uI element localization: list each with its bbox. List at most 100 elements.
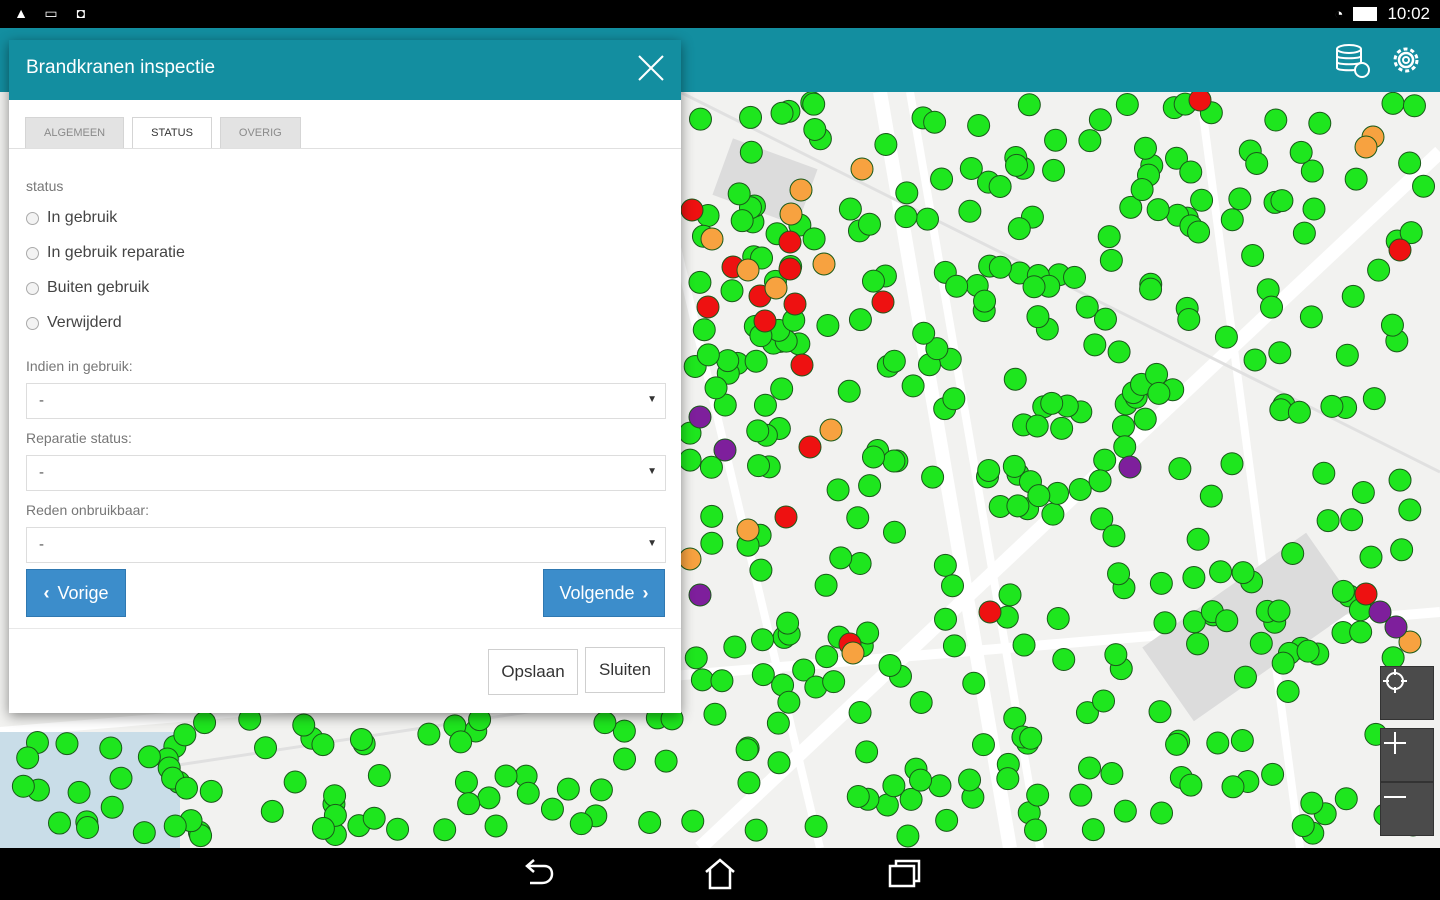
hydrant-marker[interactable]	[1003, 367, 1027, 391]
hydrant-marker-orange[interactable]	[700, 227, 724, 251]
hydrant-marker[interactable]	[1390, 538, 1414, 562]
hydrant-marker[interactable]	[988, 255, 1012, 279]
hydrant-marker[interactable]	[163, 814, 187, 838]
hydrant-marker[interactable]	[199, 779, 223, 803]
hydrant-marker[interactable]	[1402, 94, 1426, 118]
hydrant-marker[interactable]	[909, 690, 933, 714]
hydrant-marker[interactable]	[735, 738, 759, 762]
hydrant-marker[interactable]	[935, 808, 959, 832]
hydrant-marker-red[interactable]	[778, 257, 802, 281]
reden-select[interactable]: - ▼	[26, 527, 666, 563]
hydrant-marker[interactable]	[367, 764, 391, 788]
hydrant-marker[interactable]	[1214, 325, 1238, 349]
hydrant-marker[interactable]	[1398, 151, 1422, 175]
hydrant-marker[interactable]	[1186, 527, 1210, 551]
hydrant-marker[interactable]	[1245, 151, 1269, 175]
hydrant-marker[interactable]	[688, 107, 712, 131]
hydrant-marker[interactable]	[449, 730, 473, 754]
hydrant-marker-red[interactable]	[798, 435, 822, 459]
hydrant-marker[interactable]	[1281, 541, 1305, 565]
hydrant-marker[interactable]	[1220, 208, 1244, 232]
hydrant-marker[interactable]	[1260, 295, 1284, 319]
volgende-button[interactable]: Volgende ›	[543, 569, 665, 617]
hydrant-marker-orange[interactable]	[764, 276, 788, 300]
indien-select[interactable]: - ▼	[26, 383, 666, 419]
hydrant-marker[interactable]	[1249, 631, 1273, 655]
hydrant-marker[interactable]	[1100, 762, 1124, 786]
hydrant-marker-orange[interactable]	[779, 202, 803, 226]
hydrant-marker[interactable]	[1133, 407, 1157, 431]
hydrant-marker[interactable]	[848, 308, 872, 332]
hydrant-marker[interactable]	[1367, 258, 1391, 282]
hydrant-marker[interactable]	[292, 713, 316, 737]
hydrant-marker[interactable]	[882, 774, 906, 798]
hydrant-marker[interactable]	[1320, 394, 1344, 418]
hydrant-marker[interactable]	[1187, 220, 1211, 244]
vorige-button[interactable]: ‹ Vorige	[26, 569, 126, 617]
hydrant-marker[interactable]	[720, 279, 744, 303]
hydrant-marker[interactable]	[1025, 414, 1049, 438]
hydrant-marker[interactable]	[727, 182, 751, 206]
hydrant-marker[interactable]	[1179, 773, 1203, 797]
hydrant-marker[interactable]	[1088, 469, 1112, 493]
radio-circle[interactable]	[26, 316, 39, 330]
hydrant-marker-red[interactable]	[978, 600, 1002, 624]
hydrant-marker[interactable]	[1149, 571, 1173, 595]
hydrant-marker-purple[interactable]	[688, 583, 712, 607]
hydrant-marker[interactable]	[193, 711, 217, 735]
hydrant-marker[interactable]	[1334, 787, 1358, 811]
hydrant-marker[interactable]	[1299, 305, 1323, 329]
hydrant-marker[interactable]	[1111, 414, 1135, 438]
hydrant-marker-orange[interactable]	[789, 178, 813, 202]
hydrant-marker[interactable]	[894, 205, 918, 229]
radio-circle[interactable]	[26, 281, 39, 295]
hydrant-marker[interactable]	[1052, 648, 1076, 672]
hydrant-marker-red[interactable]	[1388, 238, 1412, 262]
hydrant-marker[interactable]	[1147, 381, 1171, 405]
hydrant-marker[interactable]	[716, 349, 740, 373]
radio-buiten-gebruik[interactable]: Buiten gebruik	[26, 279, 149, 297]
hydrant-marker[interactable]	[1267, 599, 1291, 623]
hydrant-marker[interactable]	[1341, 284, 1365, 308]
hydrant-marker[interactable]	[747, 454, 771, 478]
hydrant-marker[interactable]	[174, 776, 198, 800]
hydrant-marker[interactable]	[1398, 498, 1422, 522]
hydrant-marker[interactable]	[1292, 221, 1316, 245]
hydrant-marker[interactable]	[923, 110, 947, 134]
hydrant-marker[interactable]	[1264, 108, 1288, 132]
hydrant-marker-red[interactable]	[680, 198, 704, 222]
hydrant-marker[interactable]	[1289, 140, 1313, 164]
hydrant-marker[interactable]	[973, 289, 997, 313]
hydrant-marker[interactable]	[1291, 814, 1315, 838]
hydrant-marker[interactable]	[1007, 217, 1031, 241]
hydrant-marker[interactable]	[1019, 726, 1043, 750]
hydrant-marker[interactable]	[802, 227, 826, 251]
hydrant-marker[interactable]	[967, 113, 991, 137]
hydrant-marker[interactable]	[803, 117, 827, 141]
hydrant-marker[interactable]	[1027, 484, 1051, 508]
hydrant-marker[interactable]	[1349, 620, 1373, 644]
hydrant-marker[interactable]	[417, 722, 441, 746]
hydrant-marker[interactable]	[516, 781, 540, 805]
hydrant-marker[interactable]	[690, 668, 714, 692]
hydrant-marker[interactable]	[921, 465, 945, 489]
hydrant-marker[interactable]	[1344, 167, 1368, 191]
hydrant-marker[interactable]	[1359, 545, 1383, 569]
hydrant-marker[interactable]	[67, 780, 91, 804]
hydrant-marker[interactable]	[1182, 565, 1206, 589]
hydrant-marker[interactable]	[1381, 92, 1405, 115]
opslaan-button[interactable]: Opslaan	[488, 649, 578, 695]
hydrant-marker[interactable]	[1083, 333, 1107, 357]
hydrant-marker-red[interactable]	[790, 353, 814, 377]
hydrant-marker[interactable]	[1230, 729, 1254, 753]
hydrant-marker[interactable]	[1026, 305, 1050, 329]
hydrant-marker[interactable]	[710, 669, 734, 693]
hydrant-marker[interactable]	[1271, 651, 1295, 675]
hydrant-marker[interactable]	[1153, 611, 1177, 635]
hydrant-marker[interactable]	[283, 770, 307, 794]
hydrant-marker[interactable]	[941, 574, 965, 598]
hydrant-marker[interactable]	[814, 573, 838, 597]
hydrant-marker[interactable]	[730, 209, 754, 233]
hydrant-marker[interactable]	[1168, 457, 1192, 481]
hydrant-marker-orange[interactable]	[678, 547, 702, 571]
